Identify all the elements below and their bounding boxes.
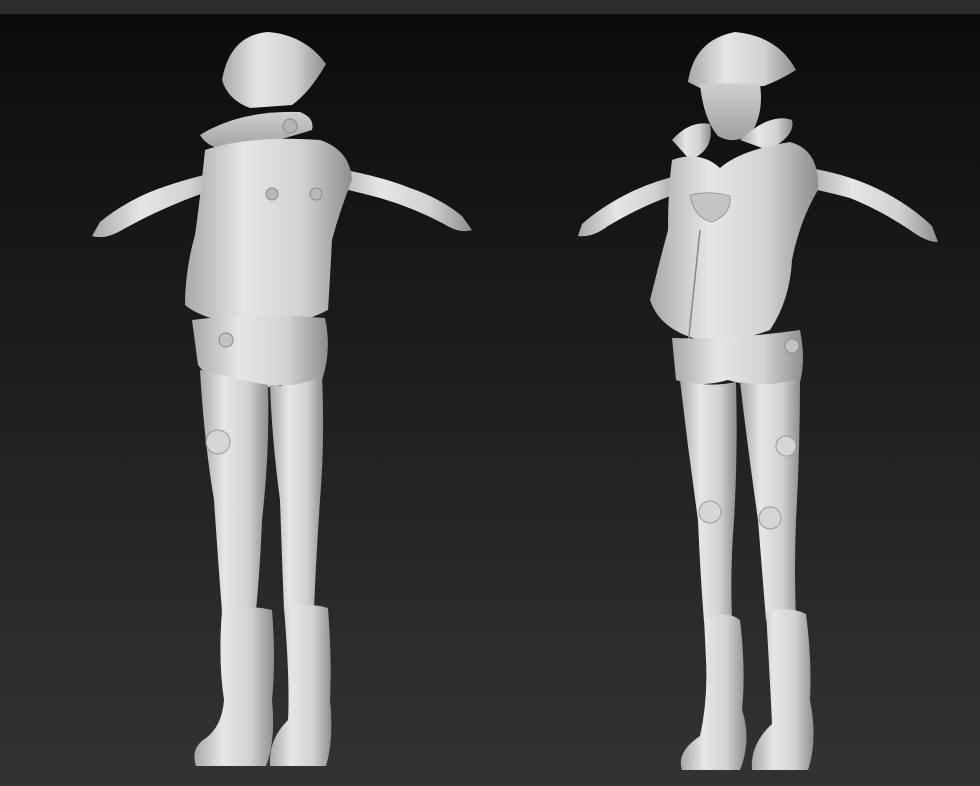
thigh-pad-front (775, 435, 797, 457)
jacket-front (650, 142, 819, 342)
render-canvas (92, 32, 938, 770)
left-boot-front (680, 614, 747, 770)
hair-front (688, 32, 796, 88)
jacket-button-1 (265, 187, 279, 201)
right-boot-front (751, 609, 814, 770)
figure-front-view (578, 32, 938, 770)
shorts-front (672, 330, 803, 386)
knee-pad-front-left (698, 500, 722, 524)
shorts-badge-front (784, 338, 800, 354)
collar-front (672, 123, 711, 160)
left-leg-back (200, 370, 269, 612)
jacket-button-2 (309, 187, 323, 201)
left-boot-back (194, 607, 274, 766)
hair-back (222, 32, 326, 108)
right-arm-front (806, 168, 938, 242)
right-leg-back (270, 375, 324, 610)
shorts-badge-back (218, 332, 234, 348)
knee-pad-front-right (758, 506, 782, 530)
knee-pad-back (205, 429, 231, 455)
figure-back-view (92, 32, 472, 766)
right-boot-back (269, 605, 332, 766)
render-viewport (0, 0, 980, 786)
right-leg-front (740, 378, 800, 620)
collar-button-back (282, 118, 298, 134)
jacket-back (185, 138, 352, 326)
